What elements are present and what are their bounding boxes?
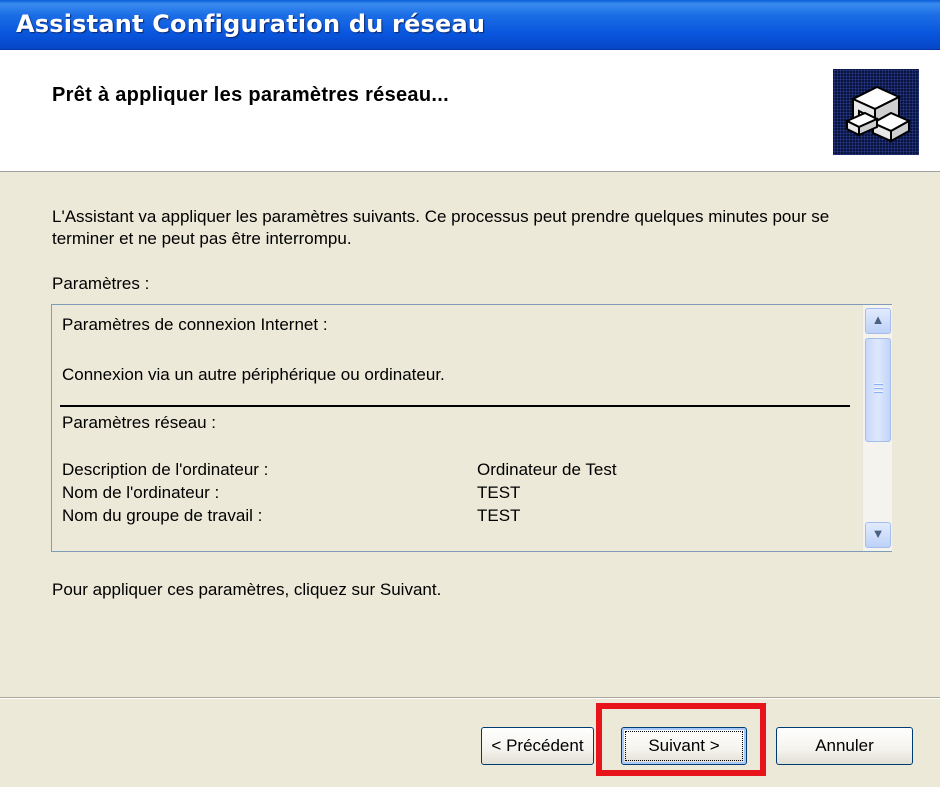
computer-name-label: Nom de l'ordinateur : [62,483,220,502]
settings-listbox[interactable]: Paramètres de connexion Internet : Conne… [51,304,892,552]
page-title: Prêt à appliquer les paramètres réseau..… [52,84,449,106]
chevron-down-icon: ▼ [871,526,885,541]
wizard-header: Prêt à appliquer les paramètres réseau..… [0,50,940,172]
list-divider [60,405,850,407]
wizard-window: Assistant Configuration du réseau Prêt à… [0,0,940,787]
connection-type: Connexion via un autre périphérique ou o… [62,365,445,384]
scroll-up-button[interactable]: ▲ [865,308,891,334]
computer-description-label: Description de l'ordinateur : [62,460,269,479]
title-bar[interactable]: Assistant Configuration du réseau [0,0,940,50]
button-area-divider-highlight [0,698,940,699]
chevron-up-icon: ▲ [871,312,885,327]
computer-name-value: TEST [477,483,521,502]
params-label: Paramètres : [52,274,150,293]
cancel-button[interactable]: Annuler [776,727,913,765]
network-settings-heading: Paramètres réseau : [62,413,217,432]
previous-button[interactable]: < Précédent [481,727,594,765]
workgroup-name-value: TEST [477,506,521,525]
next-button-highlight [596,703,766,776]
scrollbar-grip-icon [874,383,883,395]
window-title: Assistant Configuration du réseau [16,10,486,38]
settings-list-content: Paramètres de connexion Internet : Conne… [52,305,862,551]
computer-description-value: Ordinateur de Test [477,460,617,479]
vertical-scrollbar[interactable]: ▲ ▼ [862,305,892,551]
intro-text: L'Assistant va appliquer les paramètres … [52,207,830,248]
network-computers-icon [833,69,919,155]
internet-settings-heading: Paramètres de connexion Internet : [62,315,328,334]
footer-instruction: Pour appliquer ces paramètres, cliquez s… [52,580,442,599]
scrollbar-thumb[interactable] [865,338,891,442]
scroll-down-button[interactable]: ▼ [865,522,891,548]
workgroup-name-label: Nom du groupe de travail : [62,506,263,525]
